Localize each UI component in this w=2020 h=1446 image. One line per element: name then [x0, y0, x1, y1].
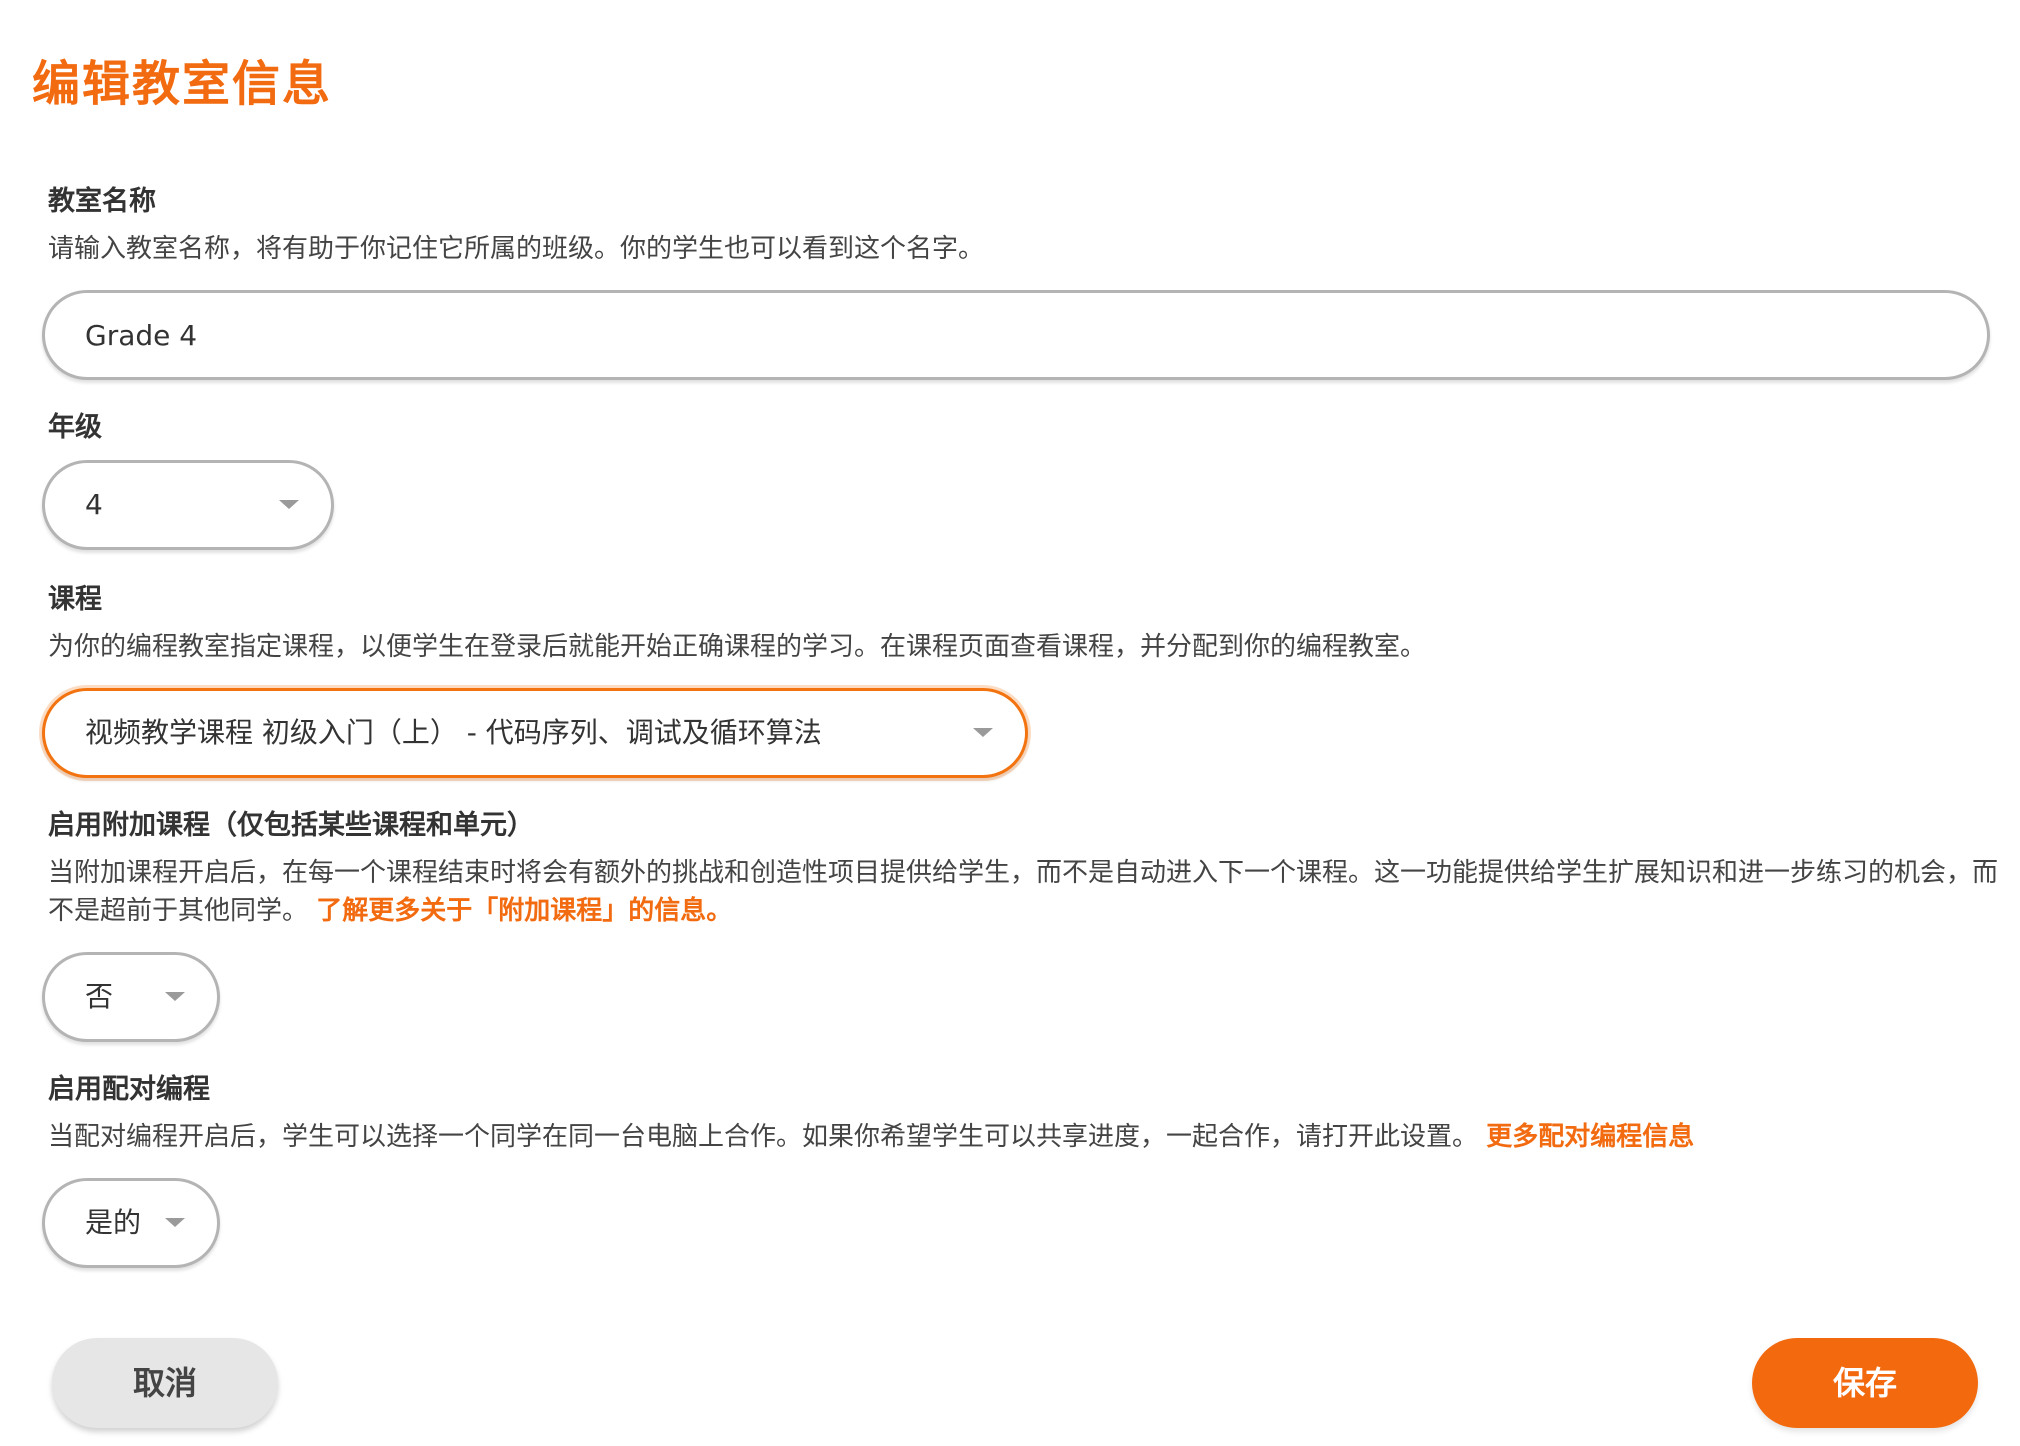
chevron-down-icon	[165, 1218, 185, 1227]
cancel-button[interactable]: 取消	[52, 1338, 278, 1428]
bonus-levels-label: 启用附加课程（仅包括某些课程和单元）	[48, 810, 534, 841]
course-description: 为你的编程教室指定课程，以便学生在登录后就能开始正确课程的学习。在课程页面查看课…	[48, 632, 1427, 662]
course-select-value: 视频教学课程 初级入门（上） - 代码序列、调试及循环算法	[85, 716, 822, 749]
bonus-levels-select-value: 否	[85, 980, 114, 1013]
grade-select[interactable]: 4	[42, 460, 334, 550]
page-title: 编辑教室信息	[32, 56, 333, 112]
course-select[interactable]: 视频教学课程 初级入门（上） - 代码序列、调试及循环算法	[42, 688, 1028, 778]
classroom-name-input[interactable]	[42, 290, 1990, 380]
edit-classroom-form: 编辑教室信息 教室名称 请输入教室名称，将有助于你记住它所属的班级。你的学生也可…	[0, 0, 2020, 1446]
chevron-down-icon	[165, 992, 185, 1001]
save-button[interactable]: 保存	[1752, 1338, 1978, 1428]
pair-programming-description: 当配对编程开启后，学生可以选择一个同学在同一台电脑上合作。如果你希望学生可以共享…	[48, 1118, 1998, 1156]
bonus-levels-learn-more-link[interactable]: 了解更多关于「附加课程」的信息。	[316, 896, 732, 926]
grade-select-value: 4	[85, 488, 103, 521]
bonus-levels-description: 当附加课程开启后，在每一个课程结束时将会有额外的挑战和创造性项目提供给学生，而不…	[48, 854, 1998, 930]
bonus-levels-select[interactable]: 否	[42, 952, 220, 1042]
pair-programming-select-value: 是的	[85, 1206, 142, 1239]
classroom-name-description: 请输入教室名称，将有助于你记住它所属的班级。你的学生也可以看到这个名字。	[48, 234, 985, 264]
course-label: 课程	[48, 584, 102, 615]
chevron-down-icon	[973, 728, 993, 737]
classroom-name-label: 教室名称	[48, 186, 156, 217]
pair-programming-label: 启用配对编程	[48, 1074, 210, 1105]
pair-programming-description-text: 当配对编程开启后，学生可以选择一个同学在同一台电脑上合作。如果你希望学生可以共享…	[48, 1122, 1479, 1152]
chevron-down-icon	[279, 500, 299, 509]
pair-programming-select[interactable]: 是的	[42, 1178, 220, 1268]
grade-label: 年级	[48, 412, 102, 443]
pair-programming-more-info-link[interactable]: 更多配对编程信息	[1486, 1122, 1694, 1152]
